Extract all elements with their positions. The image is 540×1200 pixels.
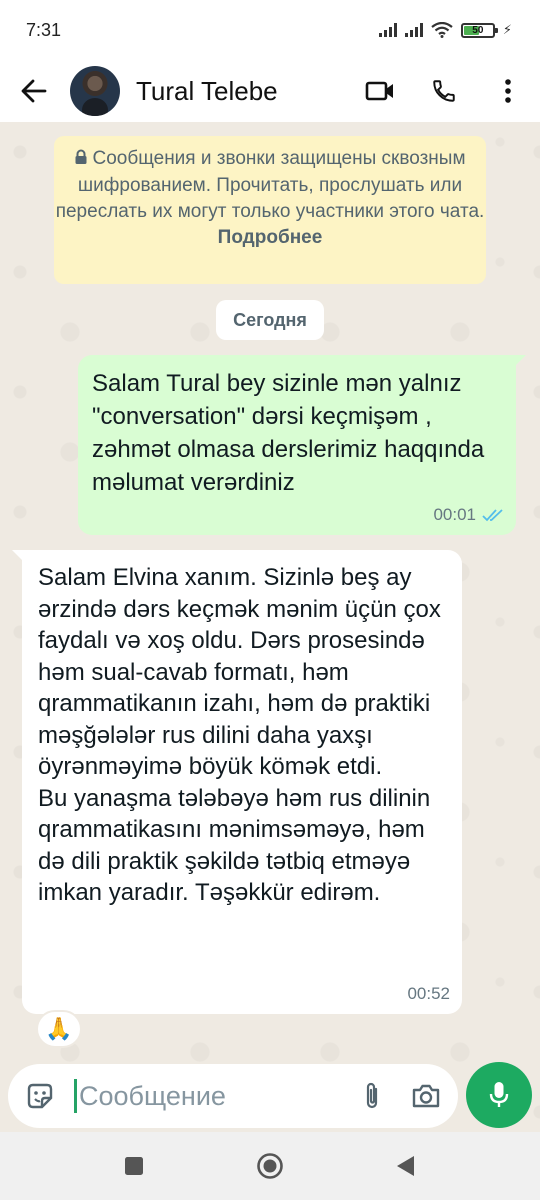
system-nav-bar	[0, 1132, 540, 1200]
chat-header: Tural Telebe	[0, 60, 540, 122]
emoji-button[interactable]	[16, 1072, 64, 1120]
camera-button[interactable]	[404, 1074, 448, 1118]
date-separator: Сегодня	[216, 300, 324, 340]
message-bubble-incoming[interactable]: Salam Elvina xanım. Sizinlə beş ay ərzin…	[12, 550, 462, 1014]
status-bar: 7:31 50 ⚡	[0, 0, 540, 60]
encryption-more-link[interactable]: Подробнее	[218, 227, 323, 248]
contact-name[interactable]: Tural Telebe	[136, 76, 358, 107]
battery-level: 50	[472, 24, 484, 36]
wifi-icon	[431, 22, 453, 38]
back-button[interactable]	[10, 67, 58, 115]
back-arrow-icon	[21, 79, 47, 103]
read-ticks-icon	[482, 509, 503, 522]
more-vert-icon	[505, 79, 511, 103]
composer	[8, 1064, 458, 1128]
charging-icon: ⚡	[502, 22, 512, 37]
signal-icon	[378, 23, 397, 37]
home-icon	[257, 1153, 283, 1179]
message-meta: 00:52	[407, 984, 450, 1004]
battery-icon: 50	[460, 22, 498, 38]
video-call-icon	[365, 81, 393, 101]
emoji-icon	[27, 1083, 53, 1109]
voice-message-button[interactable]	[466, 1062, 532, 1128]
back-nav-button[interactable]	[386, 1146, 426, 1186]
avatar[interactable]	[70, 66, 120, 116]
signal-icon	[404, 23, 423, 37]
encryption-text: Сообщения и звонки защищены сквозным шиф…	[55, 148, 485, 222]
voice-call-button[interactable]	[422, 69, 466, 113]
status-time: 7:31	[26, 19, 62, 40]
message-text: Salam Tural bey sizinle mən yalnız "conv…	[92, 370, 485, 496]
home-button[interactable]	[250, 1146, 290, 1186]
message-time: 00:52	[407, 984, 450, 1003]
status-icons: 50 ⚡	[378, 22, 512, 38]
message-time: 00:01	[433, 505, 476, 524]
encryption-notice[interactable]: Сообщения и звонки защищены сквозным шиф…	[54, 136, 486, 284]
video-call-button[interactable]	[358, 69, 402, 113]
more-options-button[interactable]	[486, 69, 530, 113]
back-icon	[397, 1156, 414, 1176]
message-bubble-outgoing[interactable]: Salam Tural bey sizinle mən yalnız "conv…	[78, 355, 526, 535]
message-meta: 00:01	[433, 505, 504, 525]
lock-icon	[74, 147, 88, 173]
attach-button[interactable]	[350, 1074, 394, 1118]
message-text: Salam Elvina xanım. Sizinlə beş ay ərzin…	[38, 564, 441, 906]
recents-icon	[125, 1157, 143, 1175]
voice-call-icon	[433, 80, 455, 102]
mic-icon	[489, 1082, 509, 1107]
camera-icon	[412, 1084, 440, 1108]
message-input[interactable]	[77, 1072, 350, 1120]
attach-icon	[366, 1082, 378, 1109]
chat-area[interactable]: Сообщения и звонки защищены сквозным шиф…	[0, 122, 540, 1132]
recents-button[interactable]	[114, 1146, 154, 1186]
message-reaction[interactable]: 🙏	[36, 1010, 82, 1048]
